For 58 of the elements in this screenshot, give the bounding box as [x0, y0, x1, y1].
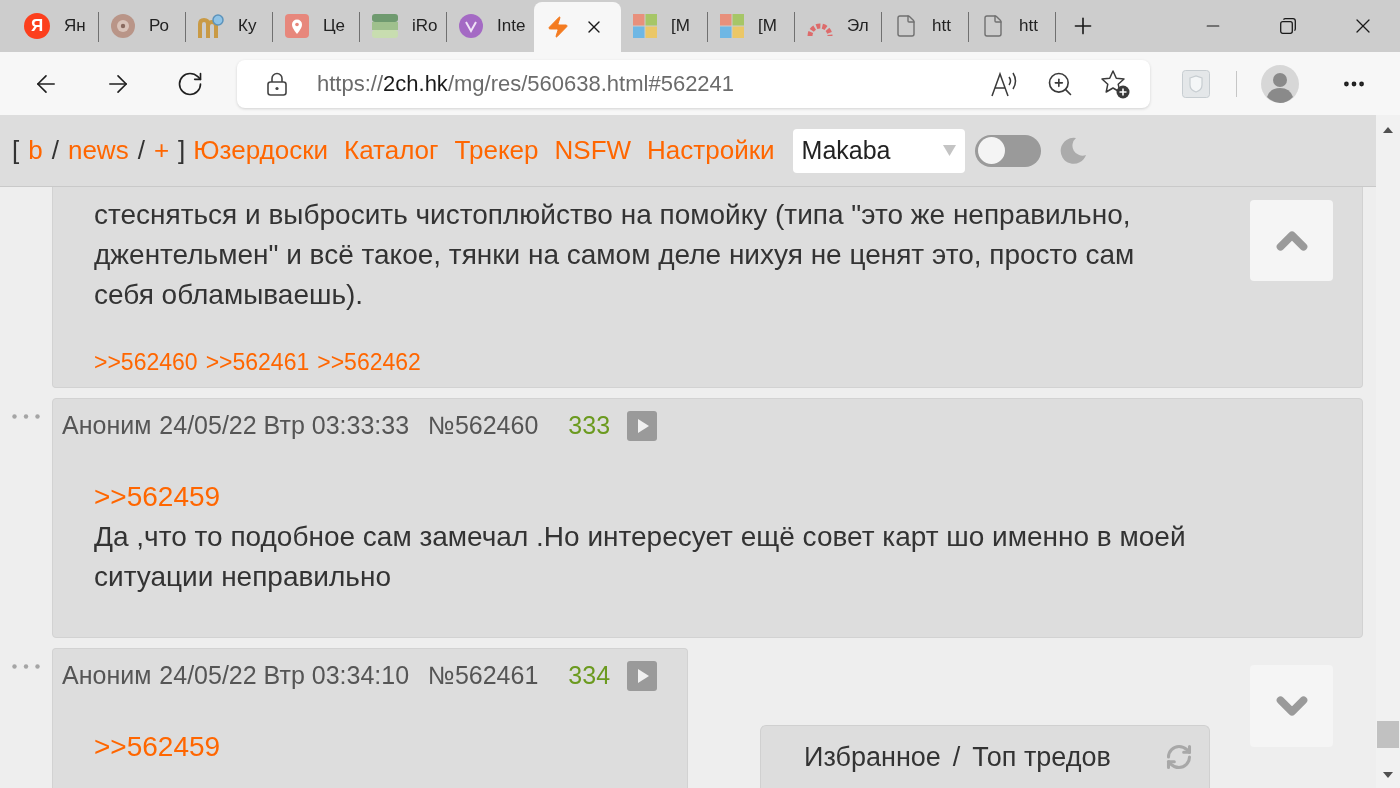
post-author: Аноним	[62, 660, 152, 692]
browser-tab[interactable]: Я Ян	[12, 0, 99, 52]
post-date: 24/05/22 Втр 03:33:33	[159, 410, 410, 442]
browser-tab[interactable]: iRo	[360, 0, 447, 52]
browser-tab[interactable]: Ку	[186, 0, 273, 52]
nav-bracket: [	[12, 134, 20, 167]
post-date: 24/05/22 Втр 03:34:10	[159, 660, 410, 692]
four-squares-icon	[633, 14, 657, 38]
lock-icon	[267, 71, 287, 96]
restore-icon[interactable]	[1279, 18, 1296, 34]
scrollbar-thumb[interactable]	[1377, 721, 1399, 748]
play-icon[interactable]	[627, 411, 658, 441]
panel-tab[interactable]: Топ тредов	[972, 736, 1111, 778]
document-icon	[981, 14, 1005, 38]
panel-tab[interactable]: Избранное	[804, 736, 941, 778]
nav-separator: /	[137, 134, 145, 167]
tab-logo: Я	[24, 13, 50, 39]
play-icon[interactable]	[627, 661, 658, 691]
scroll-down-button[interactable]	[1250, 665, 1333, 747]
more-dots-icon[interactable]	[12, 414, 40, 419]
map-pin-icon	[285, 14, 309, 38]
document-icon	[894, 14, 918, 38]
browser-tab[interactable]: Inte	[447, 0, 534, 52]
refresh-icon[interactable]	[1165, 743, 1193, 771]
post-text: стесняться и выбросить чистоплюйство на помойку (типа "это же неправильно, джентельмен" и всё такое, тянки на самом деле нихуя не ценят это, просто сам себя обламываешь).	[94, 198, 1135, 312]
post-number[interactable]: №562460	[428, 407, 539, 445]
nav-bracket: ]	[178, 134, 186, 167]
nav-separator: /	[51, 134, 59, 167]
moon-icon[interactable]	[1058, 136, 1087, 165]
browser-tab[interactable]: Ро	[99, 0, 186, 52]
theme-toggle[interactable]	[974, 134, 1041, 167]
avatar-icon[interactable]	[1261, 64, 1299, 103]
browser-tab[interactable]: [M	[621, 0, 708, 52]
chevron-circle-icon	[459, 14, 483, 38]
scroll-down-arrow-icon[interactable]	[1383, 772, 1393, 778]
four-squares-icon	[720, 14, 744, 38]
arches-icon	[198, 14, 224, 38]
post-ordinal: 333	[568, 410, 611, 442]
lightning-icon	[546, 15, 570, 39]
disc-icon	[111, 14, 135, 38]
browser-tab[interactable]: [M	[708, 0, 795, 52]
style-select[interactable]: Makaba	[792, 128, 965, 173]
browser-tab[interactable]: htt	[882, 0, 969, 52]
post-author: Аноним	[62, 410, 152, 442]
post-number[interactable]: №562461	[428, 657, 539, 695]
panel-separator: /	[952, 740, 961, 774]
browser-tab[interactable]: Эл	[795, 0, 882, 52]
stripes-icon	[372, 14, 398, 38]
browser-tab[interactable]: Це	[273, 0, 360, 52]
post-text: Да ,что то подобное сам замечал .Но интересует ещё совет карт шо именно в моей ситуации неправильно	[94, 520, 1186, 594]
add-favorite-icon[interactable]	[1100, 68, 1130, 99]
more-dots-icon[interactable]	[12, 664, 40, 669]
post-ordinal: 334	[568, 660, 611, 692]
url-input[interactable]: https://2ch.hk/mg/res/560638.html#562241	[317, 67, 735, 100]
browser-tab[interactable]: htt	[969, 0, 1056, 52]
scroll-up-button[interactable]	[1250, 200, 1333, 281]
caret-icon	[942, 145, 956, 156]
scroll-up-arrow-icon[interactable]	[1383, 127, 1393, 133]
